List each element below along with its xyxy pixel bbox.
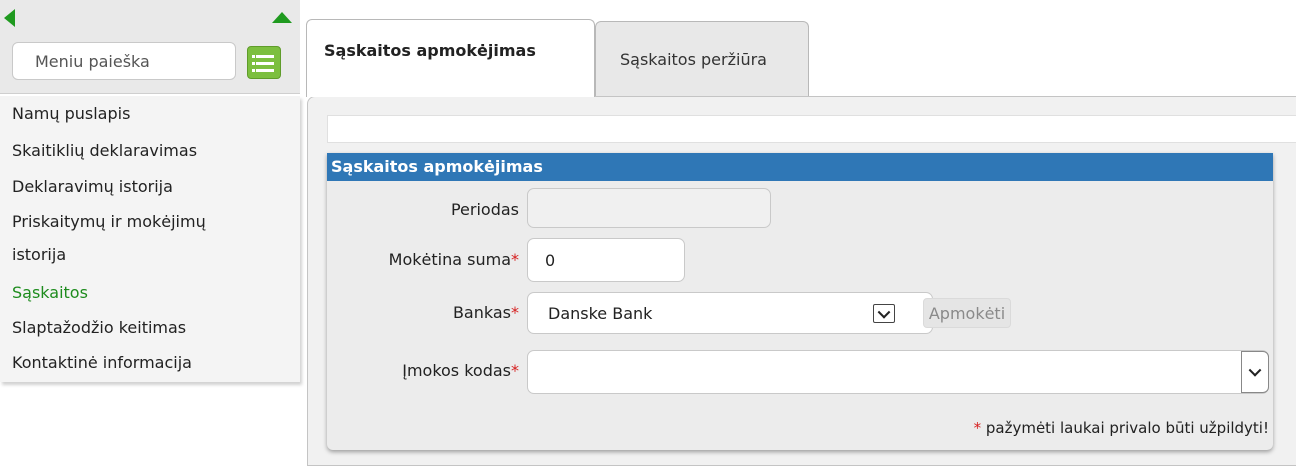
payment-form: Sąskaitos apmokėjimas Periodas Mokėtina … xyxy=(327,153,1273,450)
menu-list-button[interactable] xyxy=(247,46,281,79)
sidebar-item-password-change[interactable]: Slaptažodžio keitimas xyxy=(12,318,186,337)
collapse-left-icon[interactable] xyxy=(4,9,15,27)
tab-invoice-payment[interactable]: Sąskaitos apmokėjimas xyxy=(306,19,595,97)
period-field xyxy=(527,188,771,228)
collapse-up-icon[interactable] xyxy=(272,12,292,23)
amount-input[interactable] xyxy=(527,238,685,282)
sidebar-item-charges-history[interactable]: Priskaitymų ir mokėjimų xyxy=(12,212,206,231)
sidebar-item-meter-declaration[interactable]: Skaitiklių deklaravimas xyxy=(12,141,197,160)
bank-label: Bankas* xyxy=(452,303,519,322)
chevron-down-icon[interactable] xyxy=(873,304,895,323)
toolbar-strip xyxy=(327,115,1296,143)
payment-code-label: Įmokos kodas* xyxy=(402,361,519,380)
sidebar-menu: Namų puslapis Skaitiklių deklaravimas De… xyxy=(0,96,300,382)
sidebar-item-contact-info[interactable]: Kontaktinė informacija xyxy=(12,353,192,372)
sidebar-item-home[interactable]: Namų puslapis xyxy=(12,104,130,123)
tab-invoice-view[interactable]: Sąskaitos peržiūra xyxy=(595,21,809,97)
chevron-down-icon[interactable] xyxy=(1241,351,1269,393)
menu-search-input[interactable] xyxy=(12,42,236,80)
sidebar-header xyxy=(0,0,300,94)
required-fields-note: * pažymėti laukai privalo būti užpildyti… xyxy=(973,419,1269,437)
form-header: Sąskaitos apmokėjimas xyxy=(327,153,1273,181)
sidebar-item-charges-history-cont[interactable]: istorija xyxy=(12,245,66,264)
bank-select[interactable]: Danske Bank xyxy=(527,292,933,334)
sidebar-item-invoices[interactable]: Sąskaitos xyxy=(12,283,88,302)
sidebar: Namų puslapis Skaitiklių deklaravimas De… xyxy=(0,0,300,457)
payment-code-select[interactable] xyxy=(527,350,1269,394)
sidebar-item-declaration-history[interactable]: Deklaravimų istorija xyxy=(12,177,173,196)
pay-button[interactable]: Apmokėti xyxy=(923,298,1011,328)
bank-select-value: Danske Bank xyxy=(548,304,653,323)
period-label: Periodas xyxy=(450,200,519,219)
amount-label: Mokėtina suma* xyxy=(388,250,519,269)
